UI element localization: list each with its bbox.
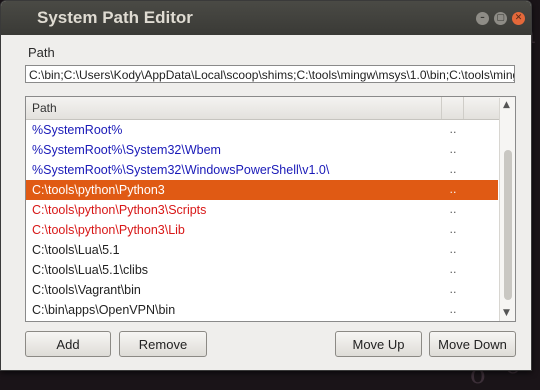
browse-button[interactable]: ..: [442, 140, 464, 160]
path-entry[interactable]: C:\tools\python\Python3: [26, 180, 442, 200]
path-entry[interactable]: C:\tools\Lua\5.1\clibs: [26, 260, 442, 280]
column-header-browse: [442, 97, 464, 119]
list-item[interactable]: %SystemRoot%..: [26, 120, 498, 140]
list-rows: %SystemRoot%.. %SystemRoot%\System32\Wbem…: [26, 120, 498, 321]
vertical-scrollbar[interactable]: ▲ ▼: [499, 98, 515, 321]
browse-button[interactable]: ..: [442, 200, 464, 220]
list-item[interactable]: C:\tools\python\Python3..: [26, 180, 498, 200]
browse-button[interactable]: ..: [442, 240, 464, 260]
browse-button[interactable]: ..: [442, 120, 464, 140]
list-item[interactable]: %SystemRoot%\System32\WindowsPowerShell\…: [26, 160, 498, 180]
list-item[interactable]: C:\bin\apps\OpenVPN\bin..: [26, 300, 498, 320]
browse-button[interactable]: ..: [442, 180, 464, 200]
add-button[interactable]: Add: [25, 331, 111, 357]
scroll-down-icon[interactable]: ▼: [503, 308, 510, 318]
list-item[interactable]: C:\tools\Lua\5.1\clibs..: [26, 260, 498, 280]
path-field[interactable]: C:\bin;C:\Users\Kody\AppData\Local\scoop…: [25, 65, 515, 83]
move-up-button[interactable]: Move Up: [335, 331, 422, 357]
window-title: System Path Editor: [37, 8, 193, 27]
list-item[interactable]: C:\tools\Vagrant\bin..: [26, 280, 498, 300]
close-icon[interactable]: ✕: [512, 12, 525, 25]
path-entry[interactable]: C:\bin\apps\OpenVPN\bin: [26, 300, 442, 320]
path-entry[interactable]: %SystemRoot%: [26, 120, 442, 140]
remove-button[interactable]: Remove: [119, 331, 207, 357]
path-entry[interactable]: C:\tools\python\Python3\Lib: [26, 220, 442, 240]
list-item[interactable]: C:\tools\python\Python3\Scripts..: [26, 200, 498, 220]
scroll-up-icon[interactable]: ▲: [503, 100, 510, 110]
path-list[interactable]: Path %SystemRoot%.. %SystemRoot%\System32…: [25, 96, 516, 322]
browse-button[interactable]: ..: [442, 300, 464, 320]
path-entry[interactable]: %SystemRoot%\System32\WindowsPowerShell\…: [26, 160, 442, 180]
path-entry[interactable]: C:\Program Files\Intel\iCLS Client\: [26, 320, 442, 321]
list-header: Path: [26, 97, 515, 120]
browse-button[interactable]: ..: [442, 260, 464, 280]
column-header-spacer: [464, 97, 499, 119]
maximize-icon[interactable]: ▢: [494, 12, 507, 25]
minimize-icon[interactable]: –: [476, 12, 489, 25]
list-item[interactable]: %SystemRoot%\System32\Wbem..: [26, 140, 498, 160]
path-entry[interactable]: C:\tools\Lua\5.1: [26, 240, 442, 260]
path-label: Path: [28, 45, 55, 60]
list-item[interactable]: C:\Program Files\Intel\iCLS Client\..: [26, 320, 498, 321]
title-bar[interactable]: System Path Editor – ▢ ✕: [1, 1, 531, 35]
browse-button[interactable]: ..: [442, 220, 464, 240]
path-entry[interactable]: C:\tools\python\Python3\Scripts: [26, 200, 442, 220]
browse-button[interactable]: ..: [442, 160, 464, 180]
system-path-editor-window: System Path Editor – ▢ ✕ Path C:\bin;C:\…: [0, 0, 532, 371]
path-entry[interactable]: %SystemRoot%\System32\Wbem: [26, 140, 442, 160]
browse-button[interactable]: ..: [442, 320, 464, 321]
move-down-button[interactable]: Move Down: [429, 331, 516, 357]
list-item[interactable]: C:\tools\Lua\5.1..: [26, 240, 498, 260]
browse-button[interactable]: ..: [442, 280, 464, 300]
path-entry[interactable]: C:\tools\Vagrant\bin: [26, 280, 442, 300]
column-header-path[interactable]: Path: [26, 97, 442, 119]
scrollbar-thumb[interactable]: [504, 150, 512, 300]
list-item[interactable]: C:\tools\python\Python3\Lib..: [26, 220, 498, 240]
